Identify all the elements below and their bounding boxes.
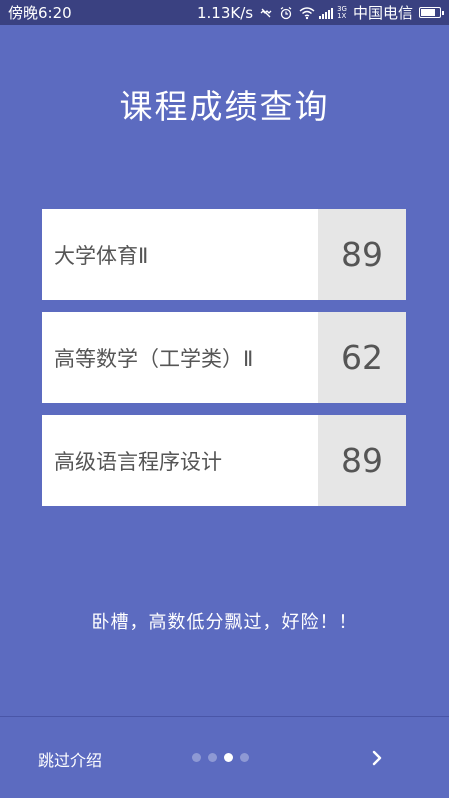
course-name: 高级语言程序设计 <box>54 449 222 474</box>
page-dot <box>192 753 201 762</box>
page-indicator <box>192 753 249 762</box>
course-row: 高等数学（工学类）Ⅱ 62 <box>42 312 406 403</box>
network-speed: 1.13K/s <box>196 3 254 22</box>
next-button[interactable] <box>366 747 388 769</box>
vibrate-icon <box>259 6 273 20</box>
page-title: 课程成绩查询 <box>119 87 330 126</box>
battery-fill <box>421 9 435 16</box>
status-time: 傍晚6:20 <box>8 4 72 22</box>
status-bar: 傍晚6:20 1.13K/s 3G 1X 中国电信 <box>0 0 449 25</box>
alarm-icon <box>279 6 293 20</box>
wifi-icon <box>299 6 315 20</box>
signal-icon <box>319 7 334 19</box>
course-row: 大学体育Ⅱ 89 <box>42 209 406 300</box>
carrier-name: 中国电信 <box>352 4 413 22</box>
page-dot-active <box>224 753 233 762</box>
chevron-right-icon <box>372 750 382 766</box>
course-name: 大学体育Ⅱ <box>54 243 149 268</box>
course-score: 89 <box>318 415 406 506</box>
course-row: 高级语言程序设计 89 <box>42 415 406 506</box>
course-list: 大学体育Ⅱ 89 高等数学（工学类）Ⅱ 62 高级语言程序设计 89 <box>42 209 406 518</box>
battery-icon <box>419 7 444 18</box>
network-type: 3G 1X <box>337 4 347 20</box>
footer-divider <box>0 716 449 717</box>
comment-text: 卧槽，高数低分飘过，好险！！ <box>91 612 358 633</box>
skip-intro-button[interactable]: 跳过介绍 <box>38 747 102 771</box>
page-dot <box>240 753 249 762</box>
course-score: 62 <box>318 312 406 403</box>
page-dot <box>208 753 217 762</box>
course-score: 89 <box>318 209 406 300</box>
course-name: 高等数学（工学类）Ⅱ <box>54 346 254 371</box>
